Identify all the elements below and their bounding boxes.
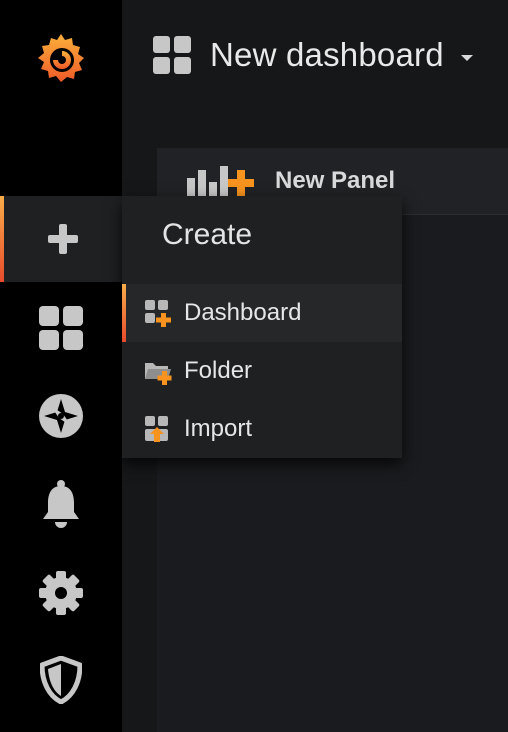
new-panel-label: New Panel: [275, 167, 396, 194]
menu-item-dashboard[interactable]: Dashboard: [122, 284, 402, 342]
compass-icon: [39, 394, 83, 438]
menu-item-folder[interactable]: Folder: [122, 342, 402, 400]
dashboard-add-icon: [145, 300, 171, 327]
sidebar-item-configuration[interactable]: [0, 563, 122, 623]
sidebar-item-create[interactable]: [0, 196, 122, 282]
create-menu-title[interactable]: Create: [162, 218, 252, 252]
sidebar: [0, 0, 122, 732]
plus-icon: [48, 224, 78, 254]
dashboard-title-picker[interactable]: New dashboard: [152, 35, 474, 75]
sidebar-item-alerting[interactable]: [0, 474, 122, 534]
gear-icon: [39, 571, 83, 615]
dashboard-grid-icon: [153, 36, 191, 74]
menu-item-label: Import: [184, 415, 253, 442]
grafana-logo[interactable]: [33, 30, 89, 86]
menu-item-import[interactable]: Import: [122, 400, 402, 458]
sidebar-item-explore[interactable]: [0, 386, 122, 446]
create-flyout-menu: Create Dashboard Folder Import: [122, 196, 402, 458]
dashboard-title: New dashboard: [210, 36, 444, 73]
menu-item-label: Dashboard: [184, 299, 302, 326]
dashboards-icon: [39, 306, 83, 350]
sidebar-item-dashboards[interactable]: [0, 298, 122, 358]
folder-add-icon: [145, 363, 172, 385]
import-icon: [145, 416, 168, 442]
bell-icon: [43, 480, 79, 528]
caret-down-icon: [460, 55, 473, 61]
add-panel-icon: [187, 166, 254, 196]
menu-item-label: Folder: [184, 357, 253, 384]
shield-icon: [40, 656, 82, 704]
sidebar-item-server-admin[interactable]: [0, 650, 122, 710]
